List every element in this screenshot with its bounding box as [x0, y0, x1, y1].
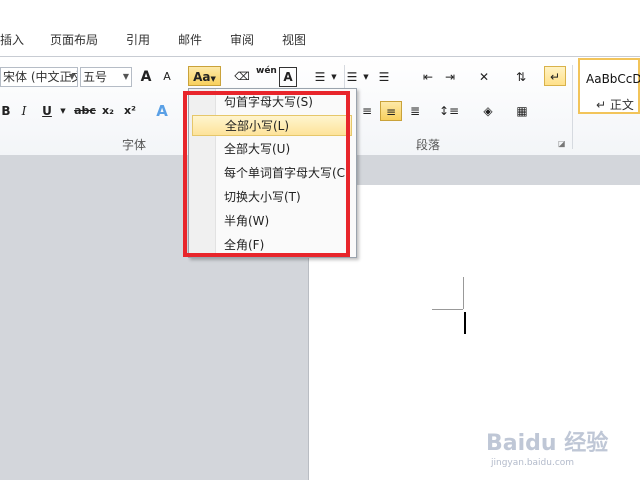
- distribute-icon[interactable]: ≣: [406, 101, 424, 121]
- chevron-down-icon[interactable]: ▼: [59, 101, 67, 121]
- change-case-button[interactable]: Aa▼: [188, 66, 221, 86]
- text-effect-button[interactable]: A: [154, 101, 170, 121]
- baidu-watermark-url: jingyan.baidu.com: [491, 458, 575, 468]
- chevron-down-icon: ▼: [210, 75, 216, 83]
- superscript-button[interactable]: x²: [122, 101, 138, 121]
- font-name-combo[interactable]: 宋体 (中文正文) ▼: [0, 67, 78, 87]
- chevron-down-icon[interactable]: ▼: [330, 67, 338, 87]
- bold-button[interactable]: B: [0, 101, 12, 121]
- strikethrough-button[interactable]: abc: [73, 101, 97, 121]
- subscript-button[interactable]: x₂: [100, 101, 116, 121]
- justify-icon[interactable]: ≡: [380, 101, 402, 121]
- tab-review[interactable]: 审阅: [230, 31, 254, 48]
- increase-indent-icon[interactable]: ⇥: [442, 67, 458, 87]
- phonetic-guide-button[interactable]: wén: [256, 65, 277, 85]
- numbering-icon[interactable]: ☰: [344, 67, 360, 87]
- line-spacing-icon[interactable]: ↕≡: [438, 101, 460, 121]
- chinese-layout-icon[interactable]: ✕: [474, 67, 494, 87]
- show-marks-icon[interactable]: ↵: [544, 66, 566, 86]
- font-group-label: 字体: [122, 138, 147, 152]
- underline-button[interactable]: U: [40, 101, 54, 121]
- change-case-label: Aa: [193, 70, 211, 84]
- workspace-background: [308, 155, 640, 185]
- bullets-icon[interactable]: ☰: [312, 67, 328, 87]
- style-name: ↵ 正文: [596, 98, 634, 112]
- tab-insert[interactable]: 插入: [0, 31, 24, 48]
- chevron-down-icon[interactable]: ▼: [362, 67, 370, 87]
- align-right-icon[interactable]: ≡: [358, 101, 376, 121]
- chevron-down-icon: ▼: [122, 72, 129, 81]
- grow-font-button[interactable]: A: [137, 67, 155, 87]
- group-separator: [572, 65, 573, 149]
- shading-icon[interactable]: ◈: [478, 101, 498, 121]
- tab-references[interactable]: 引用: [126, 31, 150, 48]
- dialog-launcher-icon[interactable]: ◪: [558, 139, 566, 148]
- text-cursor: [464, 312, 466, 334]
- chevron-down-icon: ▼: [68, 72, 75, 81]
- clear-format-icon[interactable]: ⌫: [232, 67, 252, 87]
- shrink-font-button[interactable]: A: [158, 67, 176, 87]
- tab-view[interactable]: 视图: [282, 31, 306, 48]
- ribbon-tabs: 插入 页面布局 引用 邮件 审阅 视图: [0, 0, 640, 56]
- baidu-watermark: Baidu 经验: [486, 431, 609, 456]
- font-name-value: 宋体 (中文正文): [3, 70, 77, 84]
- sort-icon[interactable]: ⇅: [512, 67, 530, 87]
- tab-page-layout[interactable]: 页面布局: [50, 31, 98, 48]
- font-size-combo[interactable]: 五号 ▼: [80, 67, 132, 87]
- font-size-value: 五号: [83, 70, 108, 84]
- multilevel-list-icon[interactable]: ☰: [376, 67, 392, 87]
- decrease-indent-icon[interactable]: ⇤: [420, 67, 436, 87]
- highlight-annotation: [183, 91, 350, 257]
- paragraph-group-label: 段落: [416, 138, 441, 152]
- margin-marker: [432, 309, 463, 310]
- borders-icon[interactable]: ▦: [512, 101, 532, 121]
- tab-mailings[interactable]: 邮件: [178, 31, 202, 48]
- italic-button[interactable]: I: [18, 101, 30, 121]
- char-border-button[interactable]: A: [279, 67, 297, 87]
- style-sample: AaBbCcDc: [586, 72, 640, 86]
- style-normal[interactable]: AaBbCcDc ↵ 正文: [578, 58, 640, 114]
- margin-marker: [463, 277, 464, 309]
